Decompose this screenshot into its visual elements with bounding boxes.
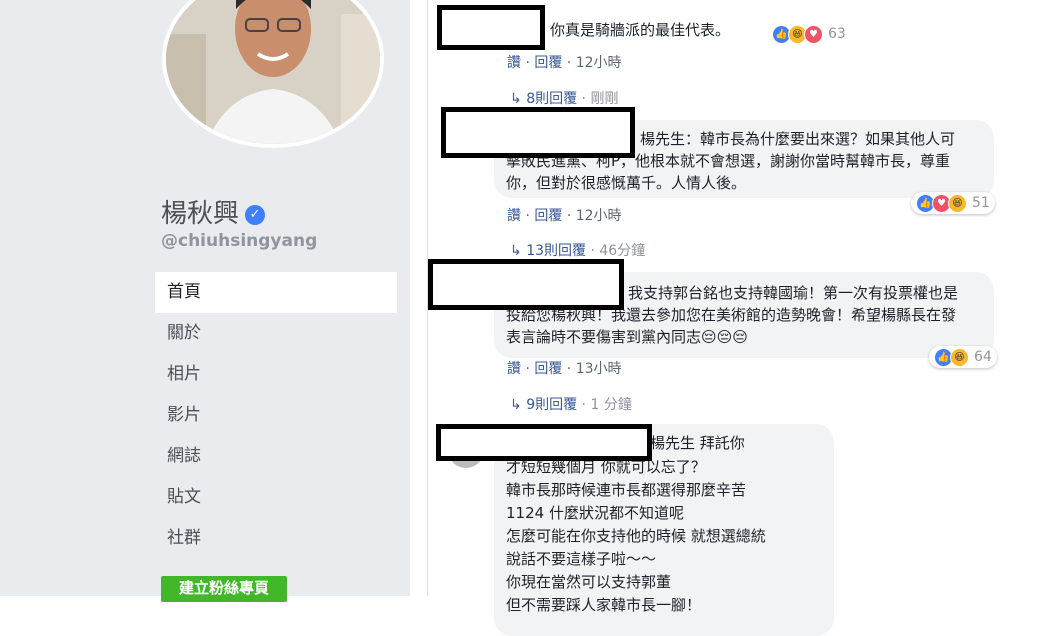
comment-time[interactable]: 12小時 bbox=[576, 55, 622, 71]
redacted-commenter-name bbox=[437, 5, 545, 50]
reaction-count: 64 bbox=[974, 349, 992, 365]
like-link[interactable]: 讚 bbox=[507, 361, 521, 377]
comment-time[interactable]: 13小時 bbox=[576, 361, 622, 377]
create-page-button[interactable]: 建立粉絲專頁 bbox=[161, 576, 287, 602]
profile-avatar[interactable] bbox=[162, 0, 384, 148]
replies-count[interactable]: 9則回覆 bbox=[526, 397, 577, 413]
haha-reaction-icon: 😆 bbox=[948, 193, 967, 213]
comment-actions: 讚 · 回覆 · 13小時 bbox=[507, 361, 622, 377]
reply-arrow-icon: ↳ bbox=[510, 91, 522, 107]
comment-line: 說話不要這樣子啦～～ bbox=[506, 550, 657, 568]
reply-link[interactable]: 回覆 bbox=[534, 55, 562, 71]
nav-item-home[interactable]: 首頁 bbox=[155, 272, 397, 313]
love-reaction-icon: ♥ bbox=[804, 24, 823, 44]
comment-line: 1124 什麼狀況都不知道呢 bbox=[506, 504, 684, 522]
reply-arrow-icon: ↳ bbox=[510, 397, 522, 413]
nav-item-about[interactable]: 關於 bbox=[155, 313, 397, 354]
reply-link[interactable]: 回覆 bbox=[534, 208, 562, 224]
comment-line: 你現在當然可以支持郭董 bbox=[506, 573, 672, 591]
reaction-count: 51 bbox=[972, 195, 990, 211]
comment-line: 楊先生 拜託你 bbox=[650, 434, 745, 452]
replies-time: 剛剛 bbox=[590, 91, 619, 107]
replies-count[interactable]: 13則回覆 bbox=[526, 243, 586, 259]
nav-item-notes[interactable]: 網誌 bbox=[155, 436, 397, 477]
view-replies-link[interactable]: ↳ 9則回覆 · 1 分鐘 bbox=[510, 394, 632, 414]
nav-item-photos[interactable]: 相片 bbox=[155, 354, 397, 395]
reaction-count: 63 bbox=[828, 26, 846, 42]
reply-arrow-icon: ↳ bbox=[510, 243, 522, 259]
haha-reaction-icon: 😆 bbox=[950, 347, 969, 367]
redacted-commenter-name bbox=[428, 259, 624, 310]
nav-item-community[interactable]: 社群 bbox=[155, 518, 397, 559]
comment-line: 韓市長那時候連市長都選得那麼辛苦 bbox=[506, 481, 747, 499]
nav-item-videos[interactable]: 影片 bbox=[155, 395, 397, 436]
replies-time: 1 分鐘 bbox=[590, 397, 632, 413]
profile-name-text: 楊秋興 bbox=[161, 199, 240, 229]
like-link[interactable]: 讚 bbox=[507, 208, 521, 224]
comment-line: 但不需要踩人家韓市長一腳！ bbox=[506, 596, 702, 614]
reaction-summary[interactable]: 👍 😆 64 bbox=[929, 346, 997, 368]
nav-item-posts[interactable]: 貼文 bbox=[155, 477, 397, 518]
like-link[interactable]: 讚 bbox=[507, 55, 521, 71]
profile-photo bbox=[166, 0, 380, 144]
reaction-summary[interactable]: 👍 😆 ♥ 63 bbox=[767, 24, 851, 44]
redacted-commenter-name bbox=[436, 424, 652, 461]
profile-sidebar: 楊秋興 ✓ @chiuhsingyang 首頁 關於 相片 影片 網誌 貼文 社群… bbox=[0, 0, 410, 602]
comment-actions: 讚 · 回覆 · 12小時 bbox=[507, 55, 622, 71]
view-replies-link[interactable]: ↳ 8則回覆 · 剛剛 bbox=[510, 88, 618, 108]
reply-link[interactable]: 回覆 bbox=[534, 361, 562, 377]
redacted-commenter-name bbox=[441, 107, 635, 158]
comment-line: 怎麼可能在你支持他的時候 就想選總統 bbox=[506, 527, 766, 545]
comment-text: 你真是騎牆派的最佳代表。 bbox=[550, 21, 731, 39]
replies-time: 46分鐘 bbox=[599, 243, 646, 259]
reaction-summary[interactable]: 👍 ♥ 😆 51 bbox=[911, 192, 995, 214]
comment-time[interactable]: 12小時 bbox=[576, 208, 622, 224]
verified-badge-icon: ✓ bbox=[245, 205, 266, 225]
page-title: 楊秋興 ✓ bbox=[161, 193, 266, 230]
replies-count[interactable]: 8則回覆 bbox=[526, 91, 577, 107]
profile-handle[interactable]: @chiuhsingyang bbox=[161, 231, 317, 251]
page-nav: 首頁 關於 相片 影片 網誌 貼文 社群 bbox=[155, 272, 397, 559]
comment-actions: 讚 · 回覆 · 12小時 bbox=[507, 208, 622, 224]
view-replies-link[interactable]: ↳ 13則回覆 · 46分鐘 bbox=[510, 240, 645, 260]
